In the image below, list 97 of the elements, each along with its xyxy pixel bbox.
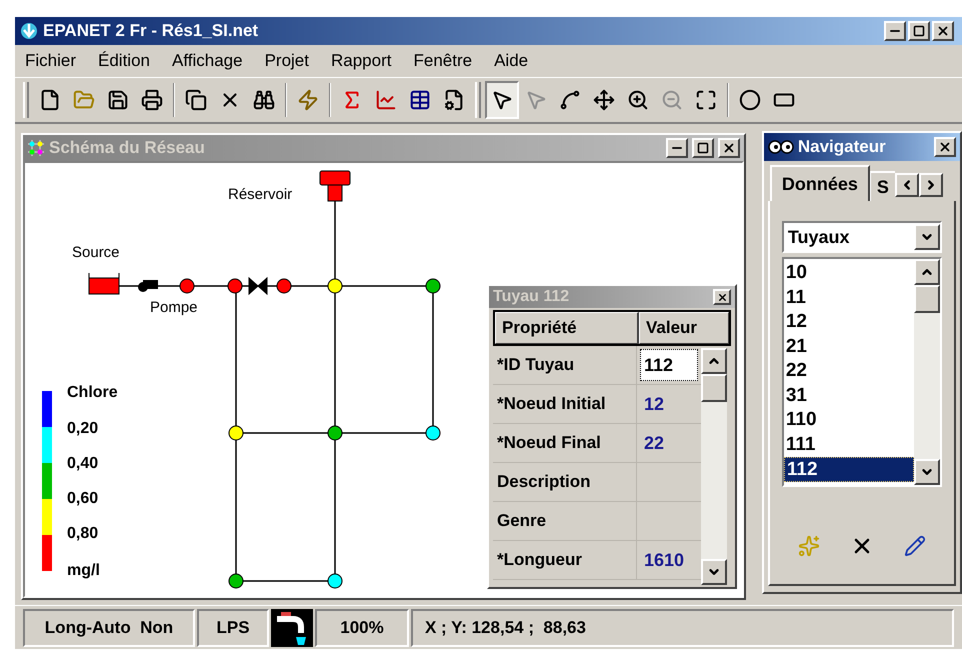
status-panel: 100% [315, 608, 409, 646]
list-item[interactable]: 10 [784, 261, 914, 286]
options-icon [443, 89, 465, 111]
list-item[interactable]: 21 [784, 334, 914, 359]
legend-value: 0,80 [67, 525, 98, 542]
maximize-button[interactable] [908, 21, 930, 41]
maximize-button[interactable] [692, 138, 714, 158]
scroll-thumb[interactable] [701, 374, 727, 402]
list-item[interactable]: 110 [784, 408, 914, 432]
window-title: EPANET 2 Fr - Rés1_SI.net [43, 20, 260, 42]
maximize-icon [913, 25, 925, 37]
toolbar-grip[interactable] [23, 82, 29, 118]
close-button[interactable] [932, 21, 954, 41]
menu-item[interactable]: Aide [494, 48, 528, 74]
tank-icon [88, 272, 120, 294]
add-object-icon [798, 534, 820, 556]
tab-scroll-left-button[interactable] [894, 173, 919, 197]
property-value-cell-text: 1610 [643, 548, 686, 572]
source-label: Source [72, 244, 120, 261]
property-name-cell: *Noeud Initial [493, 385, 637, 423]
print-icon [141, 89, 163, 111]
maximize-icon [696, 142, 709, 154]
value-input-field[interactable]: 112 [640, 349, 698, 381]
list-item[interactable]: 12 [784, 310, 914, 334]
navigator-title: Navigateur [798, 136, 887, 158]
select-pointer-button[interactable] [485, 81, 519, 119]
open-folder-icon [73, 89, 95, 111]
list-item[interactable]: 111 [784, 432, 914, 457]
menu-item[interactable]: Fenêtre [413, 48, 472, 74]
close-icon [936, 24, 950, 38]
menu-item[interactable]: Projet [264, 48, 309, 74]
toolbar-grip[interactable] [475, 82, 481, 118]
pump-label: Pompe [150, 299, 198, 316]
close-button[interactable] [718, 138, 740, 158]
minimize-button[interactable] [666, 138, 688, 158]
list-item[interactable]: 112 [784, 457, 914, 482]
column-header[interactable]: Valeur [639, 312, 729, 344]
grid-icon [27, 139, 45, 157]
column-header[interactable]: Propriété [495, 312, 639, 344]
status-panel: LPS [197, 608, 269, 646]
faucet-icon [271, 608, 313, 646]
run-icon [297, 89, 319, 111]
new-file-icon [39, 89, 61, 111]
full-extent-icon [695, 89, 717, 111]
pan-icon [593, 89, 615, 111]
legend-value: 0,40 [67, 455, 98, 472]
legend-value: 0,60 [67, 490, 98, 507]
legend-unit: mg/l [67, 562, 100, 579]
pump-icon [138, 280, 158, 292]
scrollbar[interactable] [914, 259, 940, 485]
minimize-button[interactable] [884, 21, 906, 41]
property-value-cell-text: 12 [643, 392, 666, 416]
pencil-icon [904, 534, 926, 556]
status-panel: Long-Auto Non [23, 608, 195, 646]
list-item[interactable]: 11 [784, 286, 914, 310]
junction-icon [739, 89, 761, 111]
close-icon [722, 141, 736, 155]
eyes-icon [768, 139, 794, 155]
type-dropdown[interactable]: Tuyaux [782, 221, 942, 253]
dropdown-value: Tuyaux [786, 226, 851, 249]
reservoir-label: Réservoir [228, 186, 292, 203]
menu-item[interactable]: Rapport [331, 48, 392, 74]
graph-icon [375, 89, 397, 111]
select-pointer-icon [491, 89, 513, 111]
tab-scroll-right-button[interactable] [918, 173, 943, 197]
valve-icon [248, 276, 268, 296]
navigator-tab[interactable]: Données [770, 165, 870, 201]
status-panel: X ; Y: 128,54 ; 88,63 [411, 608, 954, 646]
property-value-cell-text: 22 [643, 432, 666, 454]
zoom-out-icon [661, 89, 683, 111]
list-item[interactable]: 22 [784, 359, 914, 384]
property-name-cell: Genre [493, 502, 637, 540]
list-item[interactable]: 31 [784, 384, 914, 408]
map-window-title: Schéma du Réseau [49, 137, 206, 160]
legend-value: 0,20 [67, 420, 98, 437]
scroll-thumb[interactable] [914, 285, 940, 313]
menu-item[interactable]: Édition [98, 48, 150, 74]
close-button[interactable] [713, 289, 731, 305]
property-name-cell: Description [493, 463, 637, 501]
property-name-cell: *Longueur [493, 541, 637, 579]
scrollbar[interactable] [701, 348, 727, 585]
close-icon [938, 140, 952, 154]
find-icon [253, 89, 275, 111]
menu-item[interactable]: Fichier [25, 48, 76, 74]
close-button[interactable] [934, 137, 956, 157]
legend-title: Chlore [67, 384, 118, 401]
app-logo-icon [19, 21, 39, 41]
property-window-title: Tuyau 112 [493, 287, 570, 307]
close-icon [716, 292, 728, 302]
property-name-cell: *ID Tuyau [493, 346, 637, 384]
property-name-cell: *Noeud Final [493, 424, 637, 462]
save-icon [107, 89, 129, 111]
vertex-pointer-icon [525, 89, 547, 111]
copy-icon [185, 89, 207, 111]
menu-item[interactable]: Affichage [172, 48, 243, 74]
zoom-in-icon [627, 89, 649, 111]
table-icon [409, 89, 431, 111]
